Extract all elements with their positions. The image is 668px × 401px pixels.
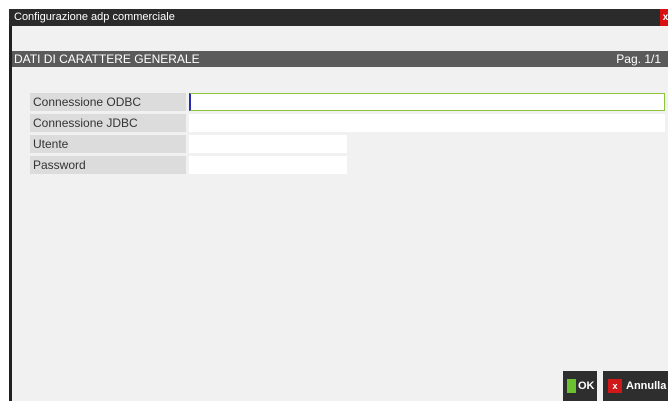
cancel-button[interactable]: x Annulla (603, 371, 668, 401)
section-title: DATI DI CARATTERE GENERALE (14, 52, 200, 66)
user-input[interactable] (189, 135, 347, 153)
cancel-label: Annulla (626, 380, 667, 392)
close-button[interactable]: x (660, 9, 668, 26)
odbc-label: Connessione ODBC (30, 93, 186, 111)
close-icon: x (608, 379, 622, 393)
user-label: Utente (30, 135, 186, 153)
ok-button[interactable]: OK (563, 371, 597, 401)
password-label: Password (30, 156, 186, 174)
section-header: DATI DI CARATTERE GENERALE Pag. 1/1 (12, 51, 668, 67)
title-bar: Configurazione adp commerciale x (9, 9, 668, 26)
ok-icon (567, 379, 576, 393)
window-title: Configurazione adp commerciale (14, 11, 175, 23)
jdbc-input[interactable] (189, 114, 665, 132)
dialog-window: Configurazione adp commerciale x DATI DI… (9, 9, 668, 401)
page-indicator: Pag. 1/1 (616, 52, 661, 66)
odbc-input[interactable] (189, 93, 665, 111)
ok-label: OK (578, 380, 595, 392)
password-input[interactable] (189, 156, 347, 174)
jdbc-label: Connessione JDBC (30, 114, 186, 132)
